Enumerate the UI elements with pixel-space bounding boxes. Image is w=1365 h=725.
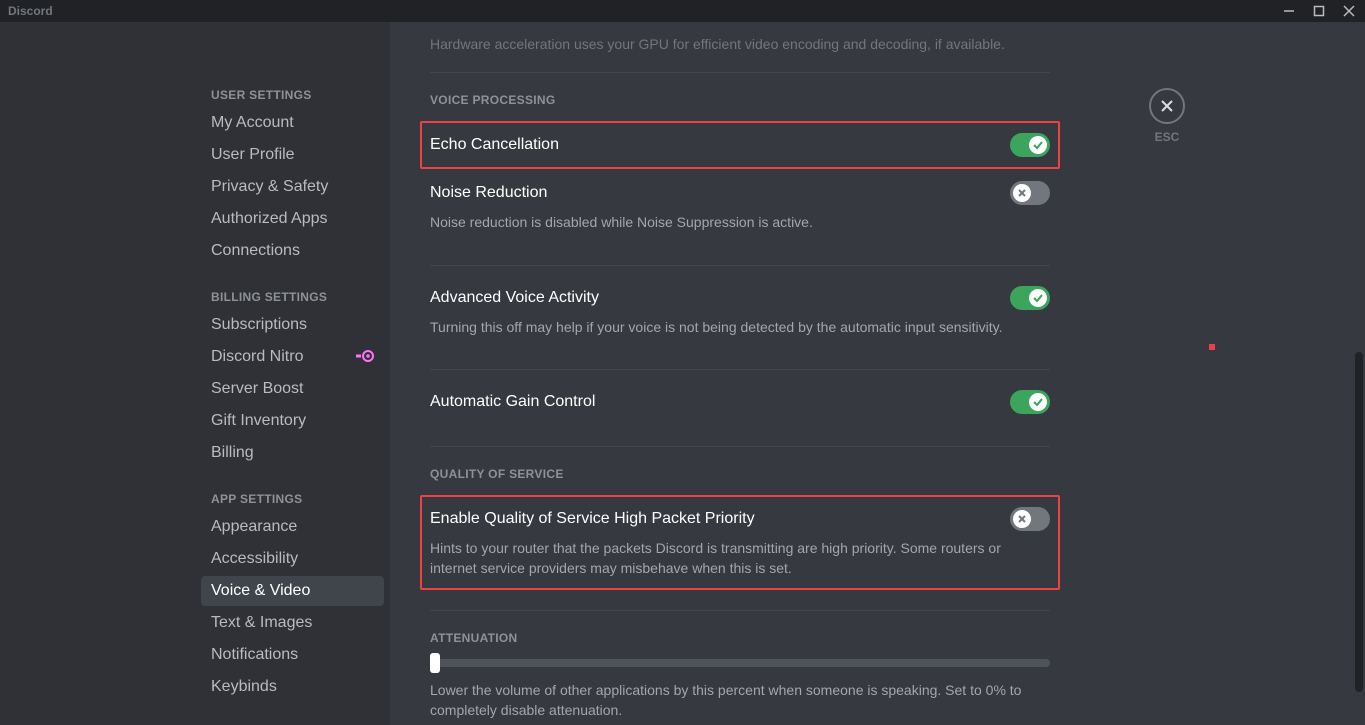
sidebar-item-label: Privacy & Safety (211, 178, 328, 196)
divider (430, 610, 1050, 611)
sidebar-item-label: Subscriptions (211, 316, 307, 334)
sidebar-item-notifications[interactable]: Notifications (201, 640, 384, 670)
sidebar-item-label: My Account (211, 114, 294, 132)
toggle-knob (1029, 393, 1047, 411)
advanced-voice-activity-label: Advanced Voice Activity (430, 289, 599, 307)
advanced-voice-activity-toggle[interactable] (1010, 286, 1050, 310)
toggle-knob (1029, 289, 1047, 307)
noise-reduction-desc: Noise reduction is disabled while Noise … (430, 213, 1050, 233)
sidebar-item-voice-video[interactable]: Voice & Video (201, 576, 384, 606)
sidebar-item-accessibility[interactable]: Accessibility (201, 544, 384, 574)
attenuation-desc: Lower the volume of other applications b… (430, 681, 1050, 720)
toggle-knob (1013, 184, 1031, 202)
sidebar-item-privacy-safety[interactable]: Privacy & Safety (201, 172, 384, 202)
setting-echo-cancellation: Echo Cancellation (420, 121, 1060, 169)
qos-label: Enable Quality of Service High Packet Pr… (430, 510, 755, 528)
automatic-gain-control-toggle[interactable] (1010, 390, 1050, 414)
sidebar-item-label: Authorized Apps (211, 210, 328, 228)
qos-desc: Hints to your router that the packets Di… (430, 539, 1050, 578)
toggle-knob (1013, 510, 1031, 528)
close-settings-area: ESC (1149, 88, 1185, 144)
noise-reduction-label: Noise Reduction (430, 184, 547, 202)
window-controls (1279, 1, 1365, 21)
sidebar-item-text-images[interactable]: Text & Images (201, 608, 384, 638)
setting-qos-high-packet-priority: Enable Quality of Service High Packet Pr… (420, 495, 1060, 590)
setting-automatic-gain-control: Automatic Gain Control (430, 390, 1050, 426)
noise-reduction-toggle[interactable] (1010, 181, 1050, 205)
previous-setting-desc: Hardware acceleration uses your GPU for … (430, 36, 1050, 52)
divider (430, 265, 1050, 266)
sidebar-item-label: Discord Nitro (211, 348, 303, 366)
close-settings-button[interactable] (1149, 88, 1185, 124)
toggle-knob (1029, 136, 1047, 154)
maximize-button[interactable] (1309, 1, 1329, 21)
sidebar-item-connections[interactable]: Connections (201, 236, 384, 266)
sidebar-item-billing[interactable]: Billing (201, 438, 384, 468)
advanced-voice-activity-desc: Turning this off may help if your voice … (430, 318, 1050, 338)
sidebar-item-label: Keybinds (211, 678, 277, 696)
echo-cancellation-toggle[interactable] (1010, 133, 1050, 157)
sidebar-item-subscriptions[interactable]: Subscriptions (201, 310, 384, 340)
divider (430, 446, 1050, 447)
close-window-button[interactable] (1339, 1, 1359, 21)
divider (430, 72, 1050, 73)
sidebar-item-discord-nitro[interactable]: Discord Nitro (201, 342, 384, 372)
settings-sidebar: USER SETTINGS My Account User Profile Pr… (195, 22, 390, 725)
sidebar-item-keybinds[interactable]: Keybinds (201, 672, 384, 702)
sidebar-item-label: Gift Inventory (211, 412, 306, 430)
nitro-icon (356, 349, 374, 365)
sidebar-item-label: Billing (211, 444, 254, 462)
sidebar-item-label: Text & Images (211, 614, 312, 632)
app-name: Discord (8, 4, 53, 18)
minimize-button[interactable] (1279, 1, 1299, 21)
sidebar-item-label: Appearance (211, 518, 297, 536)
sidebar-item-appearance[interactable]: Appearance (201, 512, 384, 542)
divider (430, 369, 1050, 370)
settings-main: USER SETTINGS My Account User Profile Pr… (0, 22, 1365, 725)
sidebar-header-billing-settings: BILLING SETTINGS (201, 284, 384, 308)
sidebar-item-label: Notifications (211, 646, 298, 664)
echo-cancellation-label: Echo Cancellation (430, 136, 559, 154)
sidebar-item-gift-inventory[interactable]: Gift Inventory (201, 406, 384, 436)
annotation-marker-icon (1209, 344, 1215, 350)
section-title-qos: QUALITY OF SERVICE (430, 467, 1050, 481)
setting-noise-reduction: Noise Reduction Noise reduction is disab… (430, 169, 1050, 245)
section-title-voice-processing: VOICE PROCESSING (430, 93, 1050, 107)
esc-label: ESC (1149, 130, 1185, 144)
sidebar-item-user-profile[interactable]: User Profile (201, 140, 384, 170)
sidebar-item-label: Voice & Video (211, 582, 310, 600)
sidebar-header-app-settings: APP SETTINGS (201, 486, 384, 510)
settings-content: Hardware acceleration uses your GPU for … (390, 22, 1090, 725)
sidebar-item-label: User Profile (211, 146, 295, 164)
sidebar-item-my-account[interactable]: My Account (201, 108, 384, 138)
attenuation-slider-thumb[interactable] (430, 653, 440, 673)
sidebar-item-label: Accessibility (211, 550, 298, 568)
sidebar-item-label: Connections (211, 242, 300, 260)
content-wrap: Hardware acceleration uses your GPU for … (390, 22, 1365, 725)
qos-toggle[interactable] (1010, 507, 1050, 531)
sidebar-item-label: Server Boost (211, 380, 303, 398)
sidebar-item-server-boost[interactable]: Server Boost (201, 374, 384, 404)
automatic-gain-control-label: Automatic Gain Control (430, 393, 595, 411)
setting-advanced-voice-activity: Advanced Voice Activity Turning this off… (430, 286, 1050, 350)
sidebar-header-user-settings: USER SETTINGS (201, 82, 384, 106)
sidebar-item-authorized-apps[interactable]: Authorized Apps (201, 204, 384, 234)
titlebar: Discord (0, 0, 1365, 22)
section-title-attenuation: ATTENUATION (430, 631, 1050, 645)
left-gutter (0, 22, 195, 725)
content-scrollbar[interactable] (1355, 352, 1363, 692)
attenuation-slider[interactable] (430, 659, 1050, 667)
